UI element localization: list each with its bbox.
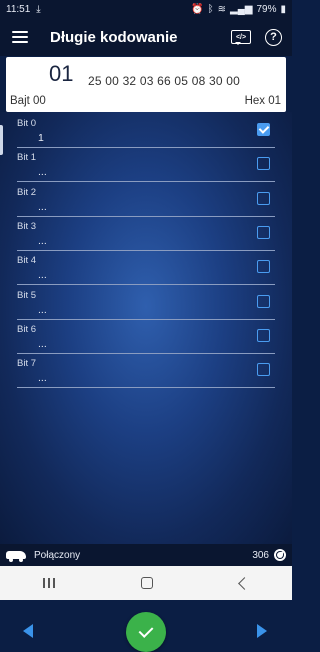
next-byte-arrow-icon[interactable] (257, 624, 267, 638)
check-icon (138, 623, 154, 638)
signal-icon: ▂▄▆ (230, 3, 253, 15)
bit-value: ... (38, 166, 47, 179)
byte-header-card: 01 25 00 32 03 66 05 08 30 00 Bajt 00 He… (6, 57, 286, 112)
bit-value: 1 (38, 132, 44, 144)
alarm-icon: ⏰ (191, 3, 204, 15)
bit-row[interactable]: Bit 3... (17, 217, 275, 251)
previous-byte-arrow-icon[interactable] (23, 624, 33, 638)
bit-checkbox[interactable] (257, 363, 270, 377)
bit-label: Bit 7 (17, 358, 37, 370)
bit-label: Bit 4 (17, 255, 37, 267)
remaining-bytes: 25 00 32 03 66 05 08 30 00 (88, 74, 241, 88)
bit-checkbox[interactable] (257, 328, 270, 342)
confirm-button[interactable] (126, 612, 166, 652)
bit-value: ... (38, 200, 47, 213)
code-view-icon[interactable]: </> (231, 30, 251, 45)
download-icon: ⤓ (36, 3, 41, 15)
adapter-signal-icon (274, 549, 286, 561)
app-bar: Długie kodowanie </> ? (0, 18, 292, 56)
status-time: 11:51 (6, 3, 31, 15)
current-byte-value: 01 (49, 61, 74, 86)
bit-label: Bit 2 (17, 186, 37, 198)
system-nav-bar (0, 566, 292, 600)
bit-label: Bit 5 (17, 289, 37, 301)
battery-percent: 79% (256, 3, 277, 15)
bit-label: Bit 0 (17, 118, 37, 129)
bit-checkbox[interactable] (257, 157, 270, 171)
bit-row[interactable]: Bit 4... (17, 251, 275, 286)
connection-footer: Połączony 306 (0, 544, 292, 566)
home-icon[interactable] (141, 577, 154, 589)
bit-row[interactable]: Bit 5... (17, 286, 275, 320)
drawer-handle[interactable] (0, 125, 3, 155)
bit-checkbox[interactable] (257, 123, 270, 136)
recent-apps-icon[interactable] (43, 578, 56, 588)
bit-editor-panel: Bit 0 1 Bit 1... Bit 2... Bit 3... Bit 4... Bi… (0, 112, 292, 652)
bit-row[interactable]: Bit 2... (17, 183, 275, 217)
bit-row[interactable]: Bit 01 (17, 114, 275, 148)
bit-value: ... (38, 234, 47, 247)
help-icon[interactable]: ? (265, 28, 282, 46)
back-icon[interactable] (237, 576, 251, 590)
bit-row[interactable]: Bit 1... (17, 148, 275, 183)
bit-checkbox[interactable] (257, 191, 270, 205)
bluetooth-icon: ᛒ (207, 3, 214, 15)
bit-label: Bit 1 (17, 152, 37, 164)
bit-value: ... (38, 269, 47, 282)
bit-value: ... (38, 337, 47, 350)
bit-checkbox[interactable] (257, 260, 270, 274)
bit-checkbox[interactable] (257, 225, 270, 239)
connection-status: Połączony (34, 549, 81, 561)
wifi-icon: ≋ (217, 3, 226, 15)
menu-icon[interactable] (12, 30, 30, 44)
page-title: Długie kodowanie (50, 28, 178, 46)
bit-label: Bit 6 (17, 323, 37, 335)
bit-value: ... (38, 303, 47, 316)
battery-icon: ▮ (280, 3, 286, 15)
bit-value: ... (38, 372, 47, 385)
bit-row[interactable]: Bit 7... (17, 354, 275, 389)
status-bar: 11:51 ⤓ ⏰ ᛒ ≋ ▂▄▆ 79% ▮ (0, 0, 292, 18)
bit-checkbox[interactable] (257, 294, 270, 308)
bit-label: Bit 3 (17, 220, 37, 232)
bit-divider (17, 387, 275, 389)
bit-row[interactable]: Bit 6... (17, 320, 275, 354)
footer-counter: 306 (252, 549, 269, 561)
byte-index-label: Bajt 00 (10, 95, 46, 107)
hex-value-label: Hex 01 (244, 95, 281, 107)
car-icon (6, 551, 26, 562)
